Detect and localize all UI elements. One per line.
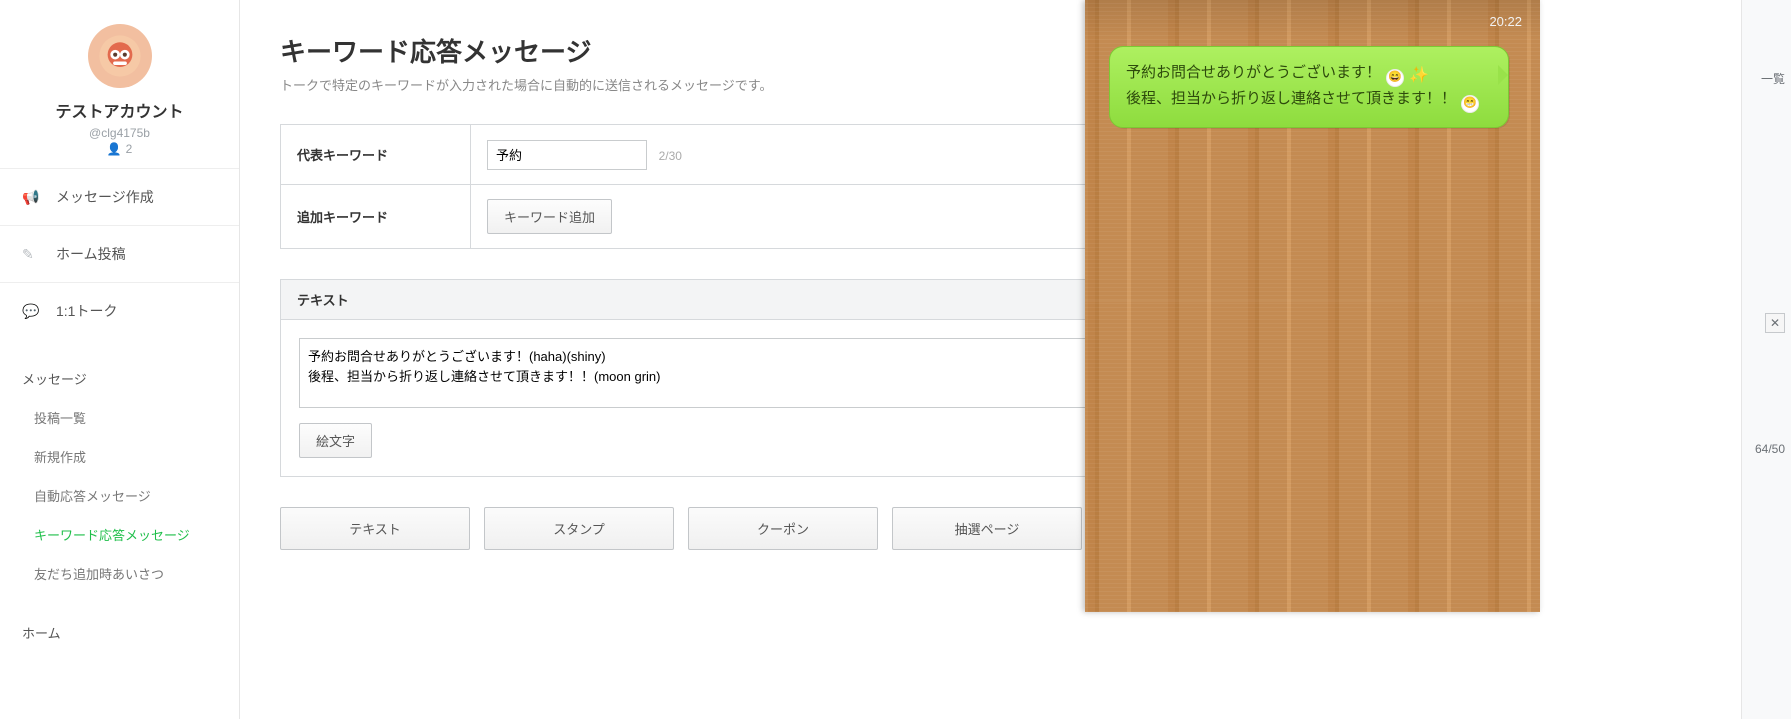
nav-home-post-label: ホーム投稿 (56, 244, 126, 264)
account-name: テストアカウント (0, 98, 239, 122)
haha-emoji-icon: 😄 (1386, 69, 1404, 87)
section-messages-title: メッセージ (0, 339, 239, 398)
preview-time: 20:22 (1489, 14, 1522, 29)
nav-home-post[interactable]: ✎ ホーム投稿 (0, 225, 239, 282)
nav-one-to-one-label: 1:1トーク (56, 301, 117, 321)
account-followers: 👤2 (0, 142, 239, 156)
avatar (88, 24, 152, 88)
nav-one-to-one[interactable]: 💬 1:1トーク (0, 282, 239, 339)
add-text-button[interactable]: テキスト (280, 507, 470, 550)
profile-block: テストアカウント @clg4175b 👤2 (0, 0, 239, 168)
close-icon: ✕ (1770, 316, 1780, 330)
add-lottery-button[interactable]: 抽選ページ (892, 507, 1082, 550)
add-stamp-button[interactable]: スタンプ (484, 507, 674, 550)
chat-preview: 20:22 予約お問合せありがとうございます！ 😄 ✨ 後程、担当から折り返し連… (1085, 0, 1540, 612)
sub-post-list[interactable]: 投稿一覧 (0, 398, 239, 437)
moon-grin-emoji-icon: 😁 (1461, 95, 1479, 113)
messages-sublist: 投稿一覧 新規作成 自動応答メッセージ キーワード応答メッセージ 友だち追加時あ… (0, 398, 239, 593)
add-keyword-button[interactable]: キーワード追加 (487, 199, 612, 234)
nav-compose-label: メッセージ作成 (56, 187, 154, 207)
bubble-line2: 後程、担当から折り返し連絡させて頂きます！！ (1126, 90, 1456, 107)
section-home-title: ホーム (0, 593, 239, 652)
shiny-emoji-icon: ✨ (1410, 67, 1428, 85)
person-icon: 👤 (107, 142, 122, 156)
preview-bubble: 予約お問合せありがとうございます！ 😄 ✨ 後程、担当から折り返し連絡させて頂き… (1109, 46, 1509, 128)
chat-icon: 💬 (22, 303, 42, 320)
avatar-icon (98, 34, 142, 78)
sub-keyword-reply[interactable]: キーワード応答メッセージ (0, 515, 239, 554)
rep-keyword-input[interactable] (487, 140, 647, 170)
sub-auto-reply[interactable]: 自動応答メッセージ (0, 476, 239, 515)
edit-icon: ✎ (22, 246, 42, 263)
megaphone-icon: 📢 (22, 189, 42, 206)
close-panel-button[interactable]: ✕ (1765, 313, 1785, 333)
follower-count: 2 (126, 142, 133, 156)
sub-new[interactable]: 新規作成 (0, 437, 239, 476)
sidebar: テストアカウント @clg4175b 👤2 📢 メッセージ作成 ✎ ホーム投稿 … (0, 0, 240, 719)
right-rail: 一覧 ✕ 64/50 (1741, 0, 1791, 719)
add-keyword-label: 追加キーワード (281, 185, 471, 249)
account-id: @clg4175b (0, 126, 239, 140)
bubble-line1: 予約お問合せありがとうございます！ (1126, 64, 1381, 81)
rep-keyword-count: 2/30 (659, 149, 682, 163)
emoji-button[interactable]: 絵文字 (299, 423, 372, 458)
link-list[interactable]: 一覧 (1761, 70, 1785, 87)
rep-keyword-label: 代表キーワード (281, 125, 471, 185)
char-count: 64/50 (1755, 442, 1785, 456)
add-coupon-button[interactable]: クーポン (688, 507, 878, 550)
nav-compose[interactable]: 📢 メッセージ作成 (0, 168, 239, 225)
sub-greeting[interactable]: 友だち追加時あいさつ (0, 554, 239, 593)
